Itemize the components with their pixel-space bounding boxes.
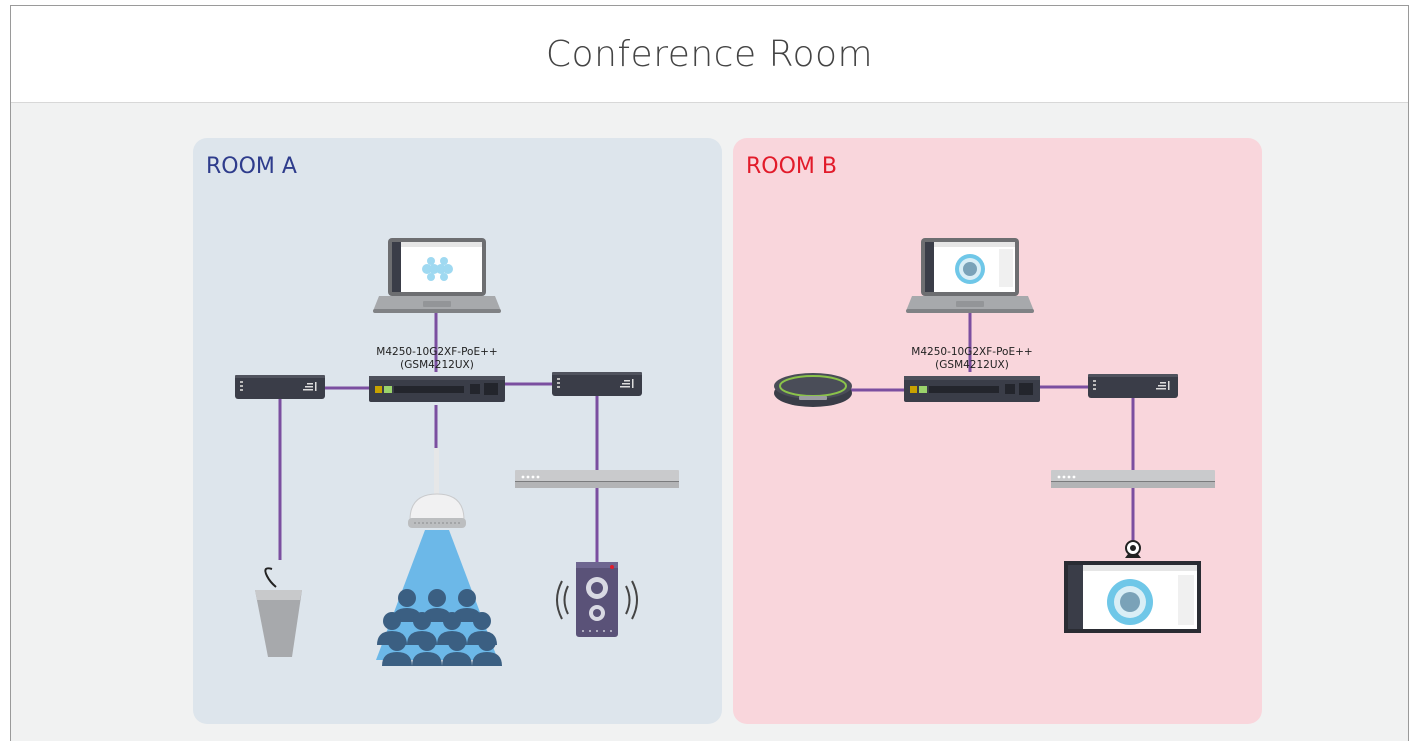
poe-injector-icon: [552, 372, 642, 396]
poe-injector-icon: [235, 375, 325, 399]
switch-icon: [369, 376, 505, 402]
room-a-switch-label: M4250-10G2XF-PoE++ (GSM4212UX): [337, 346, 537, 372]
amplifier-icon: [515, 470, 679, 488]
room-a-switch-model: M4250-10G2XF-PoE++: [376, 346, 498, 358]
switch-icon: [904, 376, 1040, 402]
network-diagram: [235, 238, 1215, 666]
podium-microphone-icon: [255, 567, 302, 657]
speakerphone-icon: [774, 373, 852, 407]
audience-icon: [376, 530, 502, 666]
webcam-icon: [1125, 540, 1141, 558]
laptop-icon: [906, 238, 1034, 313]
laptop-icon: [373, 238, 501, 313]
loudspeaker-icon: [556, 562, 638, 637]
poe-injector-icon: [1088, 374, 1178, 398]
room-b-links: [850, 308, 1135, 540]
display-icon: [1064, 561, 1201, 633]
room-b-switch-sku: (GSM4212UX): [935, 359, 1009, 371]
room-b-switch-model: M4250-10G2XF-PoE++: [911, 346, 1033, 358]
ceiling-microphone-icon: [408, 448, 466, 528]
room-b-switch-label: M4250-10G2XF-PoE++ (GSM4212UX): [872, 346, 1072, 372]
amplifier-icon: [1051, 470, 1215, 488]
room-a-switch-sku: (GSM4212UX): [400, 359, 474, 371]
